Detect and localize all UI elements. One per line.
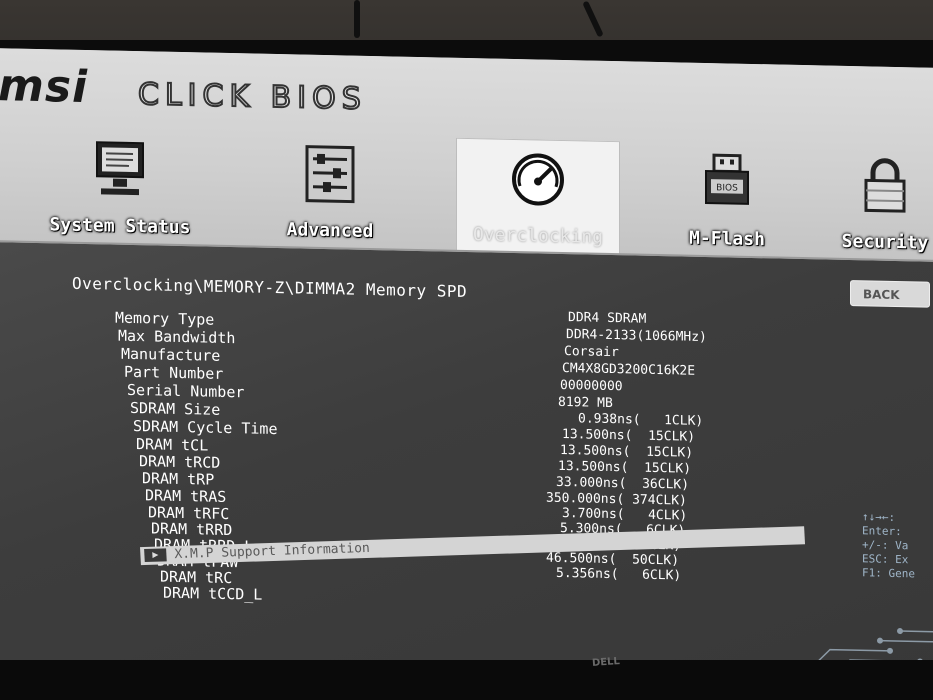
tab-system-status[interactable]: System Status: [20, 129, 220, 245]
cable: [354, 0, 360, 38]
spd-value: 13.500ns( 15CLK): [562, 426, 696, 445]
spd-label: DRAM tCCD_L: [163, 583, 263, 604]
spd-value: DDR4 SDRAM: [568, 310, 647, 327]
monitor-icon: [96, 141, 144, 196]
tab-label: Overclocking: [472, 224, 604, 248]
tab-advanced[interactable]: Advanced: [260, 134, 400, 249]
tab-label: Security: [841, 230, 929, 254]
monitor-chin: [0, 660, 933, 700]
bios-header: msi CLICK BIOS System Status Advanced Ov…: [0, 48, 933, 264]
svg-text:BIOS: BIOS: [716, 183, 738, 193]
spd-value: 33.000ns( 36CLK): [556, 474, 690, 493]
spd-value: 13.500ns( 15CLK): [558, 458, 692, 477]
cable: [582, 0, 604, 38]
tab-m-flash[interactable]: BIOS M-Flash: [662, 142, 792, 257]
spd-value: CM4X8GD3200C16K2E: [562, 360, 696, 379]
help-legend: ↑↓→←: Enter: +/-: Va ESC: Ex F1: Gene: [862, 510, 933, 582]
spd-value: 00000000: [560, 377, 623, 395]
breadcrumb: Overclocking\MEMORY-Z\DIMMA2 Memory SPD: [72, 273, 468, 301]
tab-label: Advanced: [286, 219, 374, 243]
spd-label: SDRAM Size: [130, 398, 221, 419]
spd-value: DDR4-2133(1066MHz): [566, 327, 707, 346]
lock-icon: [864, 158, 906, 213]
brand-logo: msi: [0, 60, 89, 114]
submenu-arrow-icon: ▶: [144, 548, 167, 563]
sliders-icon: [305, 145, 355, 204]
spd-value: Corsair: [564, 344, 619, 361]
tab-overclocking[interactable]: Overclocking: [456, 137, 620, 256]
spd-value: 0.938ns( 1CLK): [578, 411, 704, 429]
product-title: CLICK BIOS: [137, 76, 368, 118]
spd-label: Manufacture: [121, 344, 221, 365]
back-button[interactable]: BACK: [850, 280, 930, 308]
spd-label: Memory Type: [115, 308, 215, 329]
xmp-support-info-item[interactable]: ▶ X.M.P Support Information: [140, 526, 806, 566]
spd-value: 13.500ns( 15CLK): [560, 442, 694, 461]
bios-screen: msi CLICK BIOS System Status Advanced Ov…: [0, 48, 933, 699]
spd-label: Part Number: [124, 362, 224, 383]
gauge-icon: [512, 153, 564, 206]
spd-value: 8192 MB: [558, 394, 613, 412]
tab-security[interactable]: Security: [825, 145, 933, 260]
tab-label: M-Flash: [689, 227, 765, 251]
usb-bios-icon: BIOS: [705, 153, 749, 205]
tab-label: System Status: [49, 214, 191, 239]
dell-logo: DELL: [591, 656, 621, 669]
main-tabs: System Status Advanced Overclocking BIOS…: [0, 128, 933, 260]
spd-value: 5.356ns( 6CLK): [556, 565, 682, 584]
help-line: F1: Gene: [862, 566, 915, 581]
memory-spd-panel: Overclocking\MEMORY-Z\DIMMA2 Memory SPD …: [0, 240, 933, 699]
